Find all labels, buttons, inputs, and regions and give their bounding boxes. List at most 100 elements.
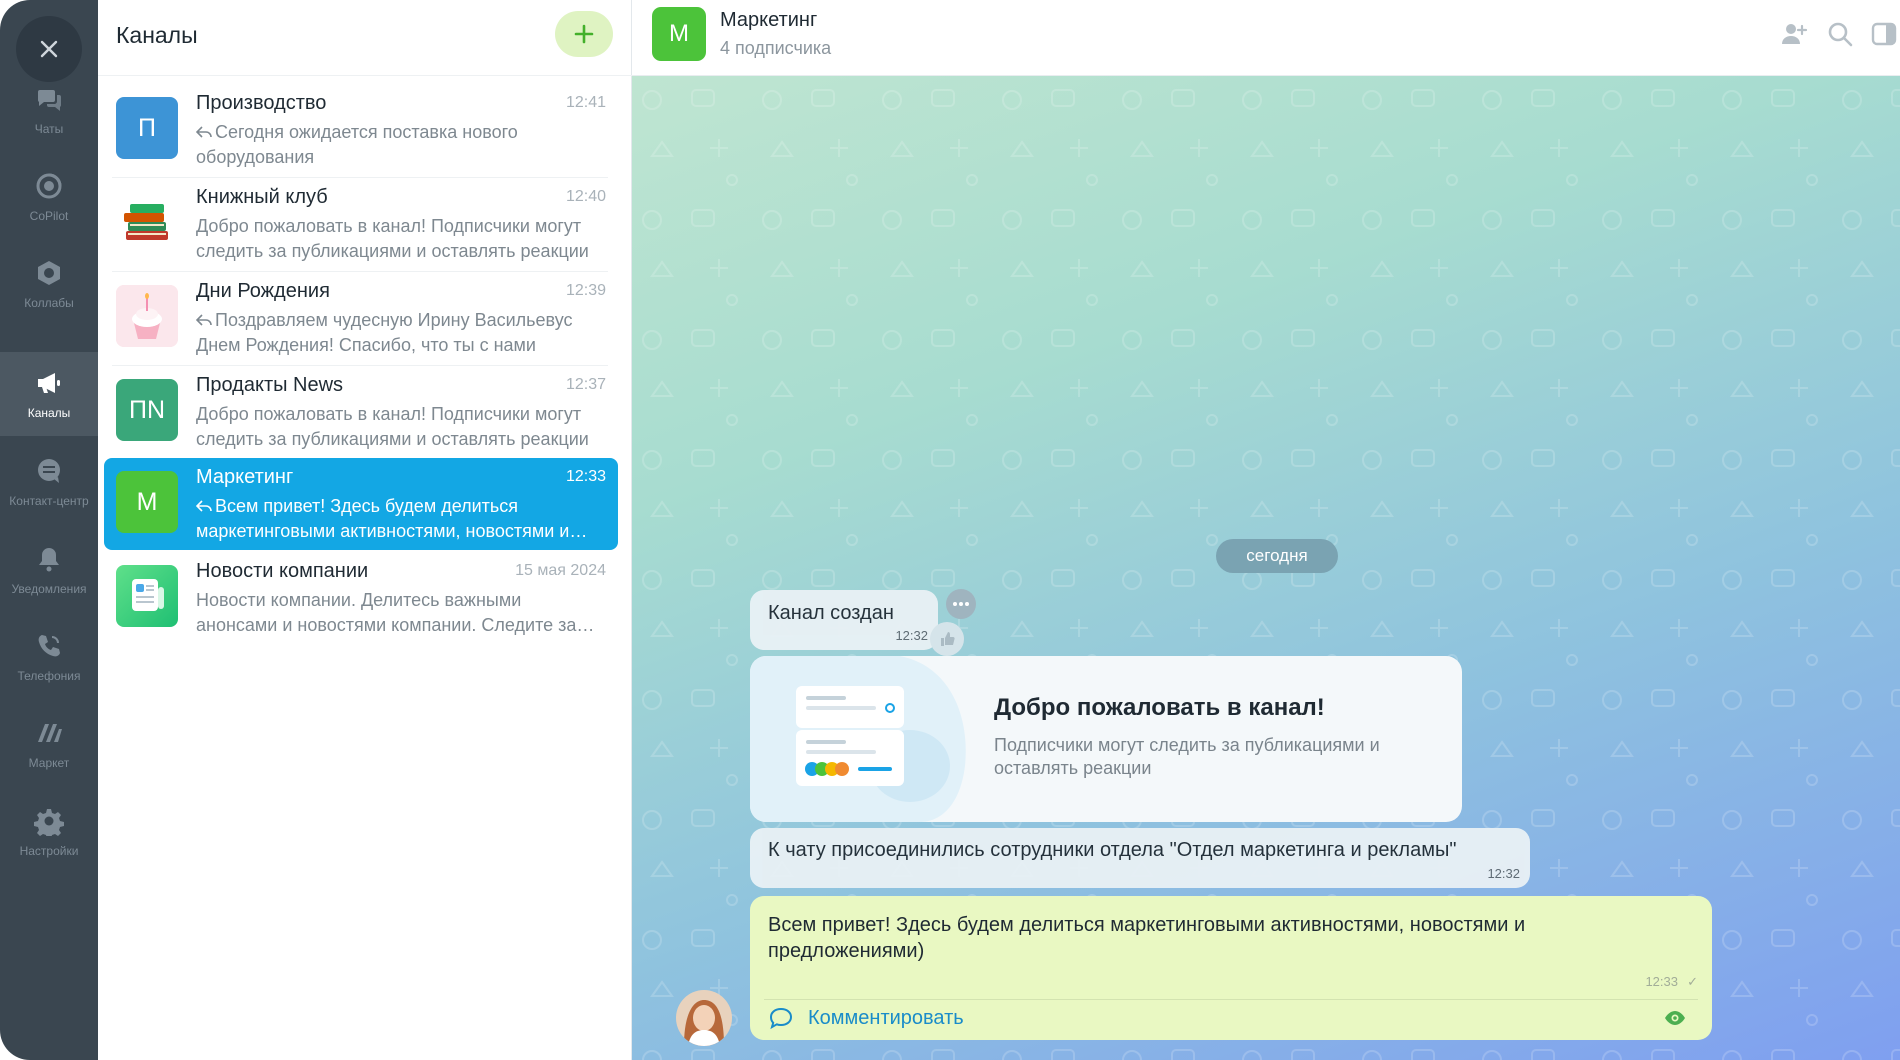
channel-time: 12:37 [565, 376, 606, 393]
nav-item-telephony[interactable]: Телефония [0, 615, 98, 699]
channel-item-company-news[interactable]: Новости компании 15 мая 2024 Новости ком… [104, 552, 618, 644]
message-time: 12:32 [895, 628, 928, 643]
search-icon[interactable] [1826, 20, 1854, 48]
nav-item-copilot[interactable]: CoPilot [0, 155, 98, 239]
date-divider: сегодня [1216, 539, 1338, 573]
message-time: 12:33 [1645, 974, 1678, 989]
contact-center-icon [38, 459, 60, 483]
like-button[interactable] [930, 622, 964, 656]
nav-item-contact-center[interactable]: Контакт-центр [0, 440, 98, 524]
reply-icon [196, 314, 212, 326]
reply-icon [196, 500, 212, 512]
channel-name: Новости компании [196, 560, 369, 582]
gear-icon [34, 809, 64, 836]
welcome-card: Добро пожаловать в канал! Подписчики мог… [750, 656, 1462, 822]
nav-item-settings[interactable]: Настройки [0, 790, 98, 874]
preview-text: Сегодня ожидается поставка нового оборуд… [196, 122, 518, 167]
system-text: К чату присоединились сотрудники отдела … [768, 839, 1457, 861]
divider [764, 999, 1698, 1000]
nav-label: Каналы [27, 406, 71, 420]
chat-header: М Маркетинг 4 подписчика [632, 0, 1900, 76]
collabs-icon [38, 261, 60, 285]
reply-icon [196, 126, 212, 138]
market-icon [38, 724, 62, 742]
add-user-icon[interactable] [1780, 20, 1808, 48]
checkmark-icon: ✓ [1687, 974, 1698, 989]
nav-item-channels[interactable]: Каналы [0, 352, 98, 436]
panel-title: Каналы [116, 22, 198, 48]
channel-preview: Добро пожаловать в канал! Подписчики мог… [196, 216, 589, 261]
nav-item-market[interactable]: Маркет [0, 702, 98, 786]
channel-preview: Добро пожаловать в канал! Подписчики мог… [196, 404, 589, 449]
cupcake-image [116, 285, 178, 347]
newspaper-icon [116, 565, 178, 627]
channel-preview: Поздравляем чудесную Ирину Васильевус Дн… [196, 308, 606, 358]
nav-label: Коллабы [24, 296, 74, 310]
nav-item-collabs[interactable]: Коллабы [0, 242, 98, 326]
nav-item-notifications[interactable]: Уведомления [0, 528, 98, 612]
phone-icon [38, 635, 60, 657]
bell-icon [39, 548, 59, 572]
nav-label: Уведомления [11, 582, 87, 596]
channel-preview: Новости компании. Делитесь важными анонс… [196, 590, 577, 635]
channel-name: Производство [196, 92, 327, 114]
comment-button[interactable]: Комментировать [808, 1007, 964, 1030]
welcome-title: Добро пожаловать в канал! [994, 694, 1325, 721]
channel-time: 15 мая 2024 [515, 562, 606, 579]
channel-item-birthdays[interactable]: Дни Рождения 12:39 Поздравляем чудесную … [104, 272, 618, 364]
close-icon [40, 40, 58, 58]
preview-text: Всем привет! Здесь будем делиться маркет… [196, 496, 570, 541]
nav-label: Настройки [19, 844, 79, 858]
chat-title[interactable]: Маркетинг [720, 9, 817, 32]
welcome-text: Подписчики могут следить за публикациями… [994, 735, 1380, 778]
copilot-icon [36, 173, 62, 199]
sidebar-toggle-icon[interactable] [1870, 20, 1898, 48]
channel-time: 12:39 [565, 282, 606, 299]
message-text: Всем привет! Здесь будем делиться маркет… [768, 914, 1526, 962]
more-options-button[interactable] [946, 589, 976, 619]
channel-list-panel: Каналы П Производство 12:41 Сегодня ожид… [98, 0, 632, 1060]
nav-label: Телефония [17, 669, 81, 683]
nav-item-chats[interactable]: Чаты [0, 68, 98, 152]
channel-name: Маркетинг [196, 466, 294, 488]
channel-item-production[interactable]: П Производство 12:41 Сегодня ожидается п… [104, 84, 618, 176]
eye-icon [1665, 1011, 1685, 1025]
nav-label: CoPilot [29, 209, 69, 223]
chat-messages-area[interactable]: сегодня Канал создан 12:32 Добро пожалов… [632, 76, 1900, 1060]
megaphone-icon [38, 373, 60, 393]
avatar[interactable] [676, 990, 732, 1046]
system-message-created: Канал создан 12:32 [750, 590, 938, 650]
channel-time: 12:41 [565, 94, 606, 111]
nav-label: Маркет [28, 756, 70, 770]
system-text: Канал создан [768, 602, 894, 624]
channel-name: Дни Рождения [196, 280, 330, 302]
channel-post[interactable]: Всем привет! Здесь будем делиться маркет… [750, 896, 1712, 1040]
avatar: П [116, 97, 178, 159]
message-time: 12:32 [1487, 866, 1520, 881]
nav-rail: Чаты CoPilot Коллабы Каналы Контакт-цент… [0, 0, 98, 1060]
preview-text: Поздравляем чудесную Ирину Васильевус Дн… [196, 310, 573, 355]
avatar: ПN [116, 379, 178, 441]
channel-preview: Сегодня ожидается поставка нового оборуд… [196, 120, 606, 170]
books-image [116, 191, 178, 253]
system-message-joined: К чату присоединились сотрудники отдела … [750, 828, 1530, 888]
channel-preview: Всем привет! Здесь будем делиться маркет… [196, 494, 606, 544]
channel-time: 12:33 [565, 468, 606, 485]
chats-icon [37, 90, 62, 111]
channel-time: 12:40 [565, 188, 606, 205]
channel-avatar[interactable]: М [652, 7, 706, 61]
nav-label: Контакт-центр [9, 494, 89, 508]
avatar: М [116, 471, 178, 533]
nav-label: Чаты [34, 122, 64, 136]
add-channel-button[interactable] [555, 11, 613, 57]
channel-item-products-news[interactable]: ПN Продакты News 12:37 Добро пожаловать … [104, 366, 618, 458]
plus-icon [574, 24, 594, 44]
channel-list-header: Каналы [98, 0, 632, 76]
channel-item-book-club[interactable]: Книжный клуб 12:40 Добро пожаловать в ка… [104, 178, 618, 270]
channel-item-marketing[interactable]: М Маркетинг 12:33 Всем привет! Здесь буд… [104, 458, 618, 550]
subscriber-count[interactable]: 4 подписчика [720, 38, 831, 59]
comment-icon[interactable] [768, 1006, 794, 1030]
channel-name: Книжный клуб [196, 186, 328, 208]
thumbs-up-icon [941, 632, 955, 646]
welcome-illustration [750, 656, 966, 822]
